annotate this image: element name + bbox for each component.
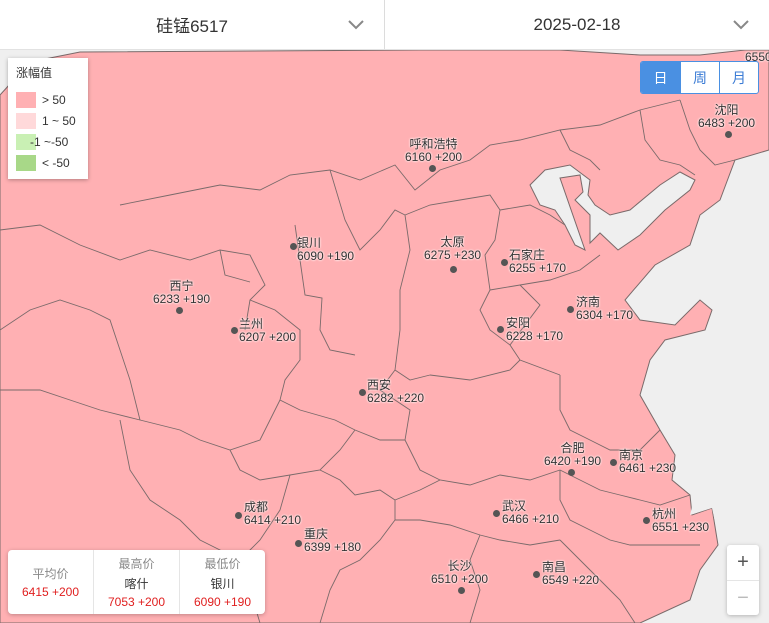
- city-taiyuan[interactable]: 太原 6275 +230: [424, 236, 481, 262]
- city-dot-wuhan[interactable]: [493, 510, 500, 517]
- map-legend: 涨幅值 > 50 1 ~ 50 -1 ~-50 < -50: [8, 58, 88, 179]
- city-xining[interactable]: 西宁 6233 +190: [153, 280, 210, 306]
- city-dot-shijiazhuang[interactable]: [501, 259, 508, 266]
- date-selector[interactable]: 2025-02-18: [384, 0, 769, 49]
- stat-min-label: 最低价: [204, 557, 241, 571]
- period-month-button[interactable]: 月: [719, 62, 758, 93]
- city-chongqing[interactable]: 重庆 6399 +180: [304, 528, 361, 554]
- city-dot-hohhot[interactable]: [429, 165, 436, 172]
- province-map: [0, 50, 769, 623]
- city-nanchang[interactable]: 南昌 6549 +220: [542, 561, 599, 587]
- city-shenyang[interactable]: 沈阳 6483 +200: [698, 104, 755, 130]
- city-dot-changsha[interactable]: [458, 587, 465, 594]
- city-dot-hangzhou[interactable]: [643, 517, 650, 524]
- stat-max: 最高价 喀什 7053 +200: [93, 550, 179, 614]
- legend-item[interactable]: < -50: [16, 152, 80, 173]
- stat-max-label: 最高价: [118, 557, 155, 571]
- zoom-in-button[interactable]: +: [727, 545, 759, 580]
- stat-min-city: 银川: [210, 577, 235, 591]
- city-yinchuan[interactable]: 银川 6090 +190: [297, 237, 354, 263]
- city-jinan[interactable]: 济南 6304 +170: [576, 296, 633, 322]
- top-bar: 硅锰6517 2025-02-18: [0, 0, 769, 50]
- city-dot-anyang[interactable]: [497, 326, 504, 333]
- period-week-button[interactable]: 周: [680, 62, 719, 93]
- legend-item[interactable]: > 50: [16, 89, 80, 110]
- city-hefei[interactable]: 合肥 6420 +190: [544, 442, 601, 468]
- city-dot-hefei[interactable]: [568, 469, 575, 476]
- city-changsha[interactable]: 长沙 6510 +200: [431, 560, 488, 586]
- chevron-down-icon: [348, 20, 364, 30]
- city-shijiazhuang[interactable]: 石家庄 6255 +170: [509, 249, 566, 275]
- legend-item[interactable]: 1 ~ 50: [16, 110, 80, 131]
- zoom-control: + −: [727, 545, 759, 615]
- legend-label: -1 ~-50: [30, 134, 69, 149]
- zoom-out-button[interactable]: −: [727, 580, 759, 615]
- price-stats-panel: 平均价 6415 +200 最高价 喀什 7053 +200 最低价 银川 60…: [8, 550, 265, 614]
- city-dot-lanzhou[interactable]: [231, 327, 238, 334]
- city-chengdu[interactable]: 成都 6414 +210: [244, 501, 301, 527]
- city-dot-nanchang[interactable]: [533, 571, 540, 578]
- city-dot-chengdu[interactable]: [235, 512, 242, 519]
- stat-max-city: 喀什: [124, 577, 149, 591]
- stat-average-value: 6415 +200: [21, 585, 80, 599]
- map[interactable]: 沈阳 6483 +200 呼和浩特 6160 +200 银川 6090 +190 太原…: [0, 50, 769, 623]
- city-dot-nanjing[interactable]: [610, 459, 617, 466]
- stat-average: 平均价 6415 +200: [8, 550, 93, 614]
- city-lanzhou[interactable]: 兰州 6207 +200: [239, 318, 296, 344]
- stat-min: 最低价 银川 6090 +190: [179, 550, 265, 614]
- city-dot-xining[interactable]: [176, 307, 183, 314]
- city-nanjing[interactable]: 南京 6461 +230: [619, 449, 676, 475]
- city-wuhan[interactable]: 武汉 6466 +210: [502, 500, 559, 526]
- city-dot-shenyang[interactable]: [725, 131, 732, 138]
- city-hohhot[interactable]: 呼和浩特 6160 +200: [405, 138, 462, 164]
- city-anyang[interactable]: 安阳 6228 +170: [506, 317, 563, 343]
- legend-swatch: [16, 112, 36, 129]
- period-day-button[interactable]: 日: [641, 62, 680, 93]
- legend-item[interactable]: -1 ~-50: [16, 131, 80, 152]
- stat-max-value: 7053 +200: [107, 595, 166, 609]
- legend-label: > 50: [42, 92, 66, 107]
- product-selector[interactable]: 硅锰6517: [0, 0, 384, 49]
- city-dot-taiyuan[interactable]: [450, 266, 457, 273]
- city-dot-jinan[interactable]: [567, 306, 574, 313]
- city-xian[interactable]: 西安 6282 +220: [367, 379, 424, 405]
- city-hangzhou[interactable]: 杭州 6551 +230: [652, 508, 709, 534]
- city-dot-chongqing[interactable]: [295, 540, 302, 547]
- product-label: 硅锰6517: [156, 17, 228, 36]
- chevron-down-icon: [733, 20, 749, 30]
- legend-title: 涨幅值: [16, 66, 53, 80]
- period-toggle: 日 周 月: [640, 61, 759, 94]
- legend-swatch: [16, 91, 36, 108]
- city-dot-yinchuan[interactable]: [290, 243, 297, 250]
- stat-average-label: 平均价: [32, 567, 69, 581]
- date-label: 2025-02-18: [533, 14, 621, 34]
- legend-swatch: [16, 154, 36, 171]
- legend-label: 1 ~ 50: [42, 113, 76, 128]
- city-dot-xian[interactable]: [359, 389, 366, 396]
- legend-label: < -50: [42, 155, 70, 170]
- stat-min-value: 6090 +190: [193, 595, 252, 609]
